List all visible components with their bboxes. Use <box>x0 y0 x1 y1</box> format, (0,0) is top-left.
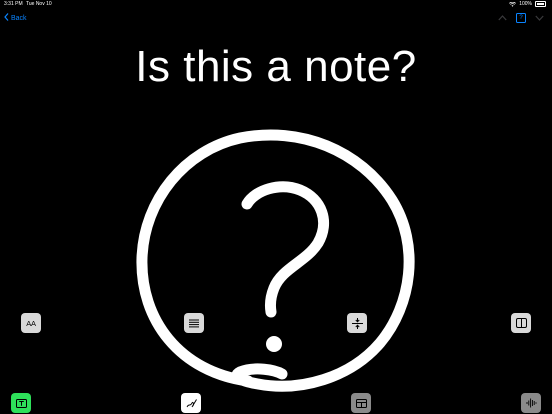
draw-mode-icon <box>186 398 197 409</box>
text-mode-icon <box>15 398 27 408</box>
text-mode-button[interactable] <box>11 393 31 413</box>
layout-icon <box>355 398 367 408</box>
split-view-icon <box>515 318 527 328</box>
audio-icon <box>526 398 537 408</box>
insert-space-icon <box>351 317 363 329</box>
text-style-icon: AA <box>26 318 36 328</box>
draw-mode-button[interactable] <box>181 393 201 413</box>
text-style-button[interactable]: AA <box>21 313 41 333</box>
split-view-button[interactable] <box>511 313 531 333</box>
screen: 3:31 PM Tue Nov 10 100% Back ? Is this a… <box>0 0 552 414</box>
insert-space-button[interactable] <box>347 313 367 333</box>
list-button[interactable] <box>184 313 204 333</box>
handwritten-drawing <box>136 129 415 392</box>
layout-button[interactable] <box>351 393 371 413</box>
drawn-question-dot <box>266 336 282 352</box>
list-icon <box>189 319 199 328</box>
drawn-question-mark <box>241 181 330 318</box>
audio-button[interactable] <box>521 393 541 413</box>
